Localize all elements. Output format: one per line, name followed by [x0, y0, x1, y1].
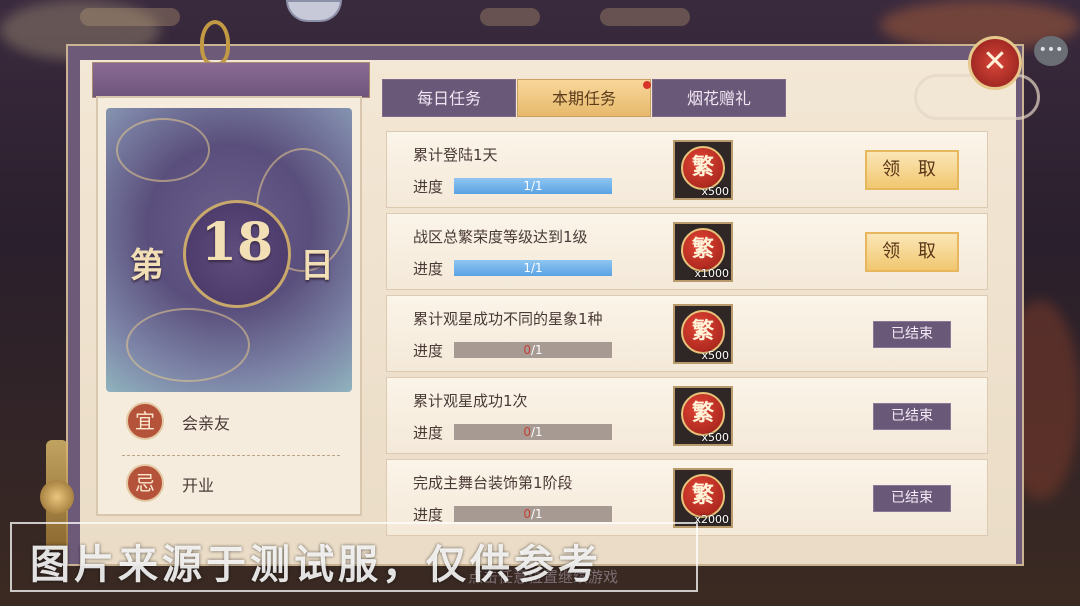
task-title: 累计观星成功不同的星象1种 — [413, 310, 603, 328]
task-row: 累计登陆1天 进度 1/1 繁 x500 领 取 — [386, 131, 988, 208]
prosperity-token-icon: 繁 — [681, 392, 725, 436]
close-button[interactable]: ✕ — [968, 36, 1022, 90]
prosperity-token-icon: 繁 — [681, 228, 725, 272]
task-title: 累计登陆1天 — [413, 146, 498, 164]
calendar-artwork: 18 第 日 — [106, 108, 352, 392]
reward-item[interactable]: 繁 x500 — [673, 386, 733, 446]
prosperity-token-icon: 繁 — [681, 146, 725, 190]
claim-button[interactable]: 领 取 — [865, 232, 959, 272]
progress-text: 0/1 — [523, 507, 543, 521]
progress-bar: 0/1 — [454, 506, 612, 522]
ended-badge: 已结束 — [873, 403, 951, 430]
bad-row: 忌 开业 — [122, 460, 342, 506]
reward-item[interactable]: 繁 x2000 — [673, 468, 733, 528]
task-row: 累计观星成功1次 进度 0/1 繁 x500 已结束 — [386, 377, 988, 454]
claim-button[interactable]: 领 取 — [865, 150, 959, 190]
watermark-box: 图片来源于测试服，仅供参考 — [10, 522, 698, 592]
reward-item[interactable]: 繁 x500 — [673, 140, 733, 200]
watermark-text: 图片来源于测试服，仅供参考 — [30, 542, 602, 588]
bad-seal: 忌 — [126, 464, 164, 502]
task-row: 战区总繁荣度等级达到1级 进度 1/1 繁 x1000 领 取 — [386, 213, 988, 290]
reward-item[interactable]: 繁 x1000 — [673, 222, 733, 282]
tab-daily[interactable]: 每日任务 — [382, 79, 516, 117]
ended-badge: 已结束 — [873, 321, 951, 348]
bad-text: 开业 — [182, 476, 215, 495]
calendar-top-bar — [92, 62, 370, 98]
task-row: 累计观星成功不同的星象1种 进度 0/1 繁 x500 已结束 — [386, 295, 988, 372]
top-emblem — [286, 0, 342, 22]
chat-bubble-icon: ••• — [1038, 42, 1064, 58]
progress-text: 0/1 — [523, 343, 543, 357]
reward-quantity: x500 — [701, 349, 729, 362]
reward-quantity: x1000 — [694, 267, 729, 280]
good-seal: 宜 — [126, 402, 164, 440]
cloud-swirl — [116, 118, 210, 182]
cloud-swirl — [126, 308, 250, 382]
progress-bar: 1/1 — [454, 178, 612, 194]
progress-label: 进度 — [413, 424, 444, 442]
reward-quantity: x500 — [701, 431, 729, 444]
ended-badge: 已结束 — [873, 485, 951, 512]
task-title: 完成主舞台装饰第1阶段 — [413, 474, 573, 492]
day-number: 18 — [200, 212, 274, 273]
notification-dot — [643, 81, 651, 89]
progress-label: 进度 — [413, 178, 444, 196]
good-row: 宜 会亲友 — [122, 398, 342, 444]
progress-bar: 1/1 — [454, 260, 612, 276]
top-bar-chip — [480, 8, 540, 26]
tassel-bead — [40, 480, 74, 514]
chat-button[interactable]: ••• — [1034, 36, 1068, 66]
progress-text: 1/1 — [523, 179, 543, 193]
day-suffix: 日 — [300, 246, 334, 286]
calendar-hanger-ring — [200, 20, 230, 66]
prosperity-token-icon: 繁 — [681, 310, 725, 354]
reward-quantity: x500 — [701, 185, 729, 198]
top-bar-chip — [80, 8, 180, 26]
progress-label: 进度 — [413, 342, 444, 360]
progress-label: 进度 — [413, 260, 444, 278]
good-text: 会亲友 — [182, 414, 231, 433]
progress-text: 1/1 — [523, 261, 543, 275]
prosperity-token-icon: 繁 — [681, 474, 725, 518]
day-prefix: 第 — [130, 246, 164, 286]
reward-quantity: x2000 — [694, 513, 729, 526]
top-bar-chip — [600, 8, 690, 26]
progress-bar: 0/1 — [454, 342, 612, 358]
tab-firework-gifts[interactable]: 烟花赠礼 — [652, 79, 786, 117]
close-icon: ✕ — [982, 44, 1008, 79]
task-title: 累计观星成功1次 — [413, 392, 528, 410]
calendar-divider — [122, 455, 340, 456]
progress-text: 0/1 — [523, 425, 543, 439]
calendar-card: 18 第 日 宜 会亲友 忌 开业 — [96, 96, 362, 516]
task-title: 战区总繁荣度等级达到1级 — [413, 228, 588, 246]
progress-bar: 0/1 — [454, 424, 612, 440]
tab-current-period[interactable]: 本期任务 — [517, 79, 651, 117]
reward-item[interactable]: 繁 x500 — [673, 304, 733, 364]
